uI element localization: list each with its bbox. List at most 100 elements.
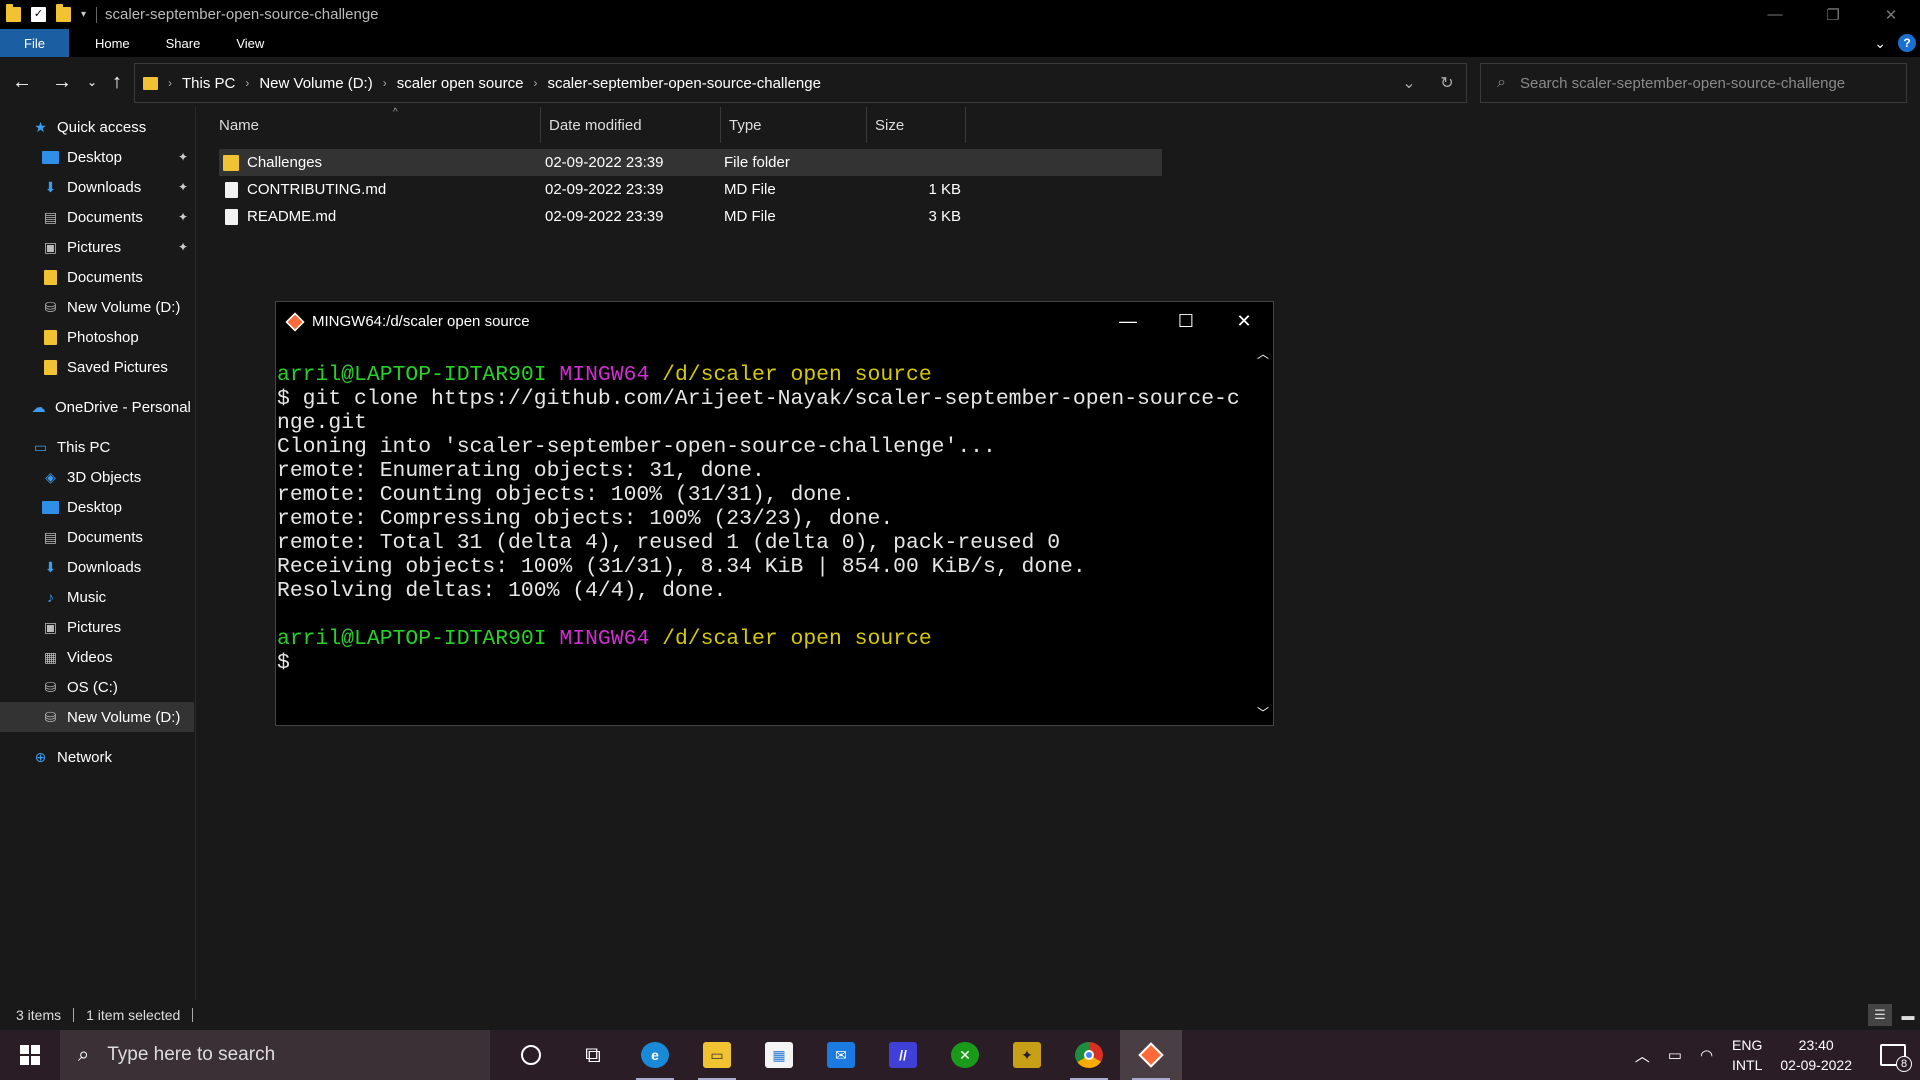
git-bash-icon (285, 311, 305, 332)
sidebar-item-this-pc[interactable]: ▭ This PC (0, 432, 194, 462)
sidebar-item-label: Documents (67, 208, 143, 226)
breadcrumb-chevron-icon[interactable]: › (168, 76, 172, 90)
up-arrow-icon[interactable]: ↑ (106, 57, 128, 107)
recent-locations-chevron-icon[interactable]: ⌄ (84, 57, 100, 107)
chrome-icon[interactable] (1058, 1030, 1120, 1080)
refresh-icon[interactable]: ↻ (1428, 73, 1466, 93)
breadcrumb-chevron-icon[interactable]: › (245, 76, 249, 90)
pin-icon[interactable]: ✦ (178, 180, 188, 194)
start-button[interactable] (0, 1030, 60, 1080)
expand-ribbon-icon[interactable]: ⌄ (1874, 35, 1886, 52)
git-bash-taskbar-icon[interactable] (1120, 1030, 1182, 1080)
sidebar-item-documents-folder[interactable]: Documents (0, 262, 194, 292)
address-bar[interactable]: › This PC › New Volume (D:) › scaler ope… (134, 63, 1467, 103)
sidebar-item-videos[interactable]: ▦ Videos (0, 642, 194, 672)
breadcrumb-scaler-open-source[interactable]: scaler open source (397, 75, 524, 92)
taskbar-search-input[interactable] (107, 1044, 448, 1066)
sidebar-item-network[interactable]: ⊕ Network (0, 742, 194, 772)
sidebar-item-saved-pictures[interactable]: Saved Pictures (0, 352, 194, 382)
terminal-line: remote: Compressing objects: 100% (23/23… (277, 507, 894, 531)
pin-icon[interactable]: ✦ (178, 150, 188, 164)
app-launcher-icon[interactable]: // (872, 1030, 934, 1080)
sidebar-item-desktop[interactable]: Desktop ✦ (0, 142, 194, 172)
search-input[interactable] (1519, 74, 1880, 92)
tab-view[interactable]: View (218, 29, 282, 57)
sidebar-item-new-volume-d[interactable]: ⛁ New Volume (D:) (0, 702, 194, 732)
sidebar-item-label: Photoshop (67, 328, 139, 346)
terminal-close-button[interactable]: ✕ (1215, 302, 1273, 341)
terminal-scrollbar[interactable]: ︿ ﹀ (1253, 341, 1273, 725)
terminal-window[interactable]: MINGW64:/d/scaler open source — ☐ ✕ arri… (275, 301, 1274, 726)
breadcrumb-this-pc[interactable]: This PC (182, 75, 235, 92)
cortana-icon[interactable] (500, 1030, 562, 1080)
terminal-output[interactable]: arril@LAPTOP-IDTAR90I MINGW64 /d/scaler … (277, 363, 1252, 675)
language-indicator[interactable]: ENG INTL (1732, 1035, 1762, 1075)
back-arrow-icon[interactable]: ← (10, 57, 34, 107)
sidebar-item-documents-pc[interactable]: ▤ Documents (0, 522, 194, 552)
breadcrumb-chevron-icon[interactable]: › (383, 76, 387, 90)
file-explorer-icon[interactable]: ▭ (686, 1030, 748, 1080)
large-icons-view-icon[interactable]: ▬ (1896, 1004, 1920, 1026)
terminal-minimize-button[interactable]: — (1099, 302, 1157, 341)
breadcrumb-chevron-icon[interactable]: › (533, 76, 537, 90)
sidebar-item-music[interactable]: ♪ Music (0, 582, 194, 612)
address-history-chevron-icon[interactable]: ⌄ (1390, 73, 1428, 93)
minimize-button[interactable]: — (1746, 0, 1804, 29)
sidebar-item-new-volume-quick[interactable]: ⛁ New Volume (D:) (0, 292, 194, 322)
forward-arrow-icon[interactable]: → (50, 57, 74, 107)
table-row[interactable]: Challenges 02-09-2022 23:39 File folder (219, 149, 1162, 176)
breadcrumb-new-volume[interactable]: New Volume (D:) (259, 75, 372, 92)
game-icon[interactable]: ✦ (996, 1030, 1058, 1080)
clock[interactable]: 23:40 02-09-2022 (1780, 1035, 1852, 1075)
properties-icon[interactable]: ✓ (31, 7, 46, 22)
column-header-type[interactable]: Type (721, 107, 867, 143)
scroll-up-icon[interactable]: ︿ (1253, 345, 1273, 362)
scroll-down-icon[interactable]: ﹀ (1253, 704, 1273, 721)
restore-button[interactable]: ❐ (1804, 0, 1862, 29)
sidebar-item-downloads-pc[interactable]: ⬇ Downloads (0, 552, 194, 582)
folder-icon (44, 359, 57, 375)
display-icon[interactable]: ▭ (1668, 1046, 1682, 1064)
column-header-size[interactable]: Size (867, 107, 966, 143)
file-size (869, 149, 961, 176)
breadcrumb-current-folder[interactable]: scaler-september-open-source-challenge (547, 75, 820, 92)
tab-file[interactable]: File (0, 29, 69, 57)
sidebar-item-onedrive[interactable]: ☁ OneDrive - Personal (0, 392, 194, 422)
new-folder-icon[interactable] (56, 4, 71, 22)
sidebar-item-downloads[interactable]: ⬇ Downloads ✦ (0, 172, 194, 202)
terminal-maximize-button[interactable]: ☐ (1157, 302, 1215, 341)
pin-icon[interactable]: ✦ (178, 240, 188, 254)
sidebar-item-pictures-pc[interactable]: ▣ Pictures (0, 612, 194, 642)
column-header-name[interactable]: Name ^ (219, 107, 541, 143)
sidebar-item-pictures[interactable]: ▣ Pictures ✦ (0, 232, 194, 262)
file-date: 02-09-2022 23:39 (545, 208, 664, 225)
close-button[interactable]: ✕ (1862, 0, 1920, 29)
prompt-env: MINGW64 (559, 363, 650, 387)
sidebar-item-photoshop[interactable]: Photoshop (0, 322, 194, 352)
edge-icon[interactable]: e (624, 1030, 686, 1080)
details-view-icon[interactable]: ☰ (1868, 1004, 1892, 1026)
notification-center-icon[interactable]: 8 (1880, 1044, 1912, 1072)
show-hidden-icons-chevron-icon[interactable]: ︿ (1635, 1045, 1650, 1066)
wifi-icon[interactable]: ◠ (1700, 1046, 1713, 1064)
sidebar-item-os-c[interactable]: ⛁ OS (C:) (0, 672, 194, 702)
table-row[interactable]: README.md 02-09-2022 23:39 MD File 3 KB (219, 203, 1162, 230)
sidebar-item-3d-objects[interactable]: ◈ 3D Objects (0, 462, 194, 492)
tab-share[interactable]: Share (148, 29, 219, 57)
sidebar-item-documents[interactable]: ▤ Documents ✦ (0, 202, 194, 232)
terminal-title-bar[interactable]: MINGW64:/d/scaler open source — ☐ ✕ (276, 302, 1273, 341)
pin-icon[interactable]: ✦ (178, 210, 188, 224)
table-row[interactable]: CONTRIBUTING.md 02-09-2022 23:39 MD File… (219, 176, 1162, 203)
customize-toolbar-icon[interactable]: ▾ (81, 9, 86, 20)
mail-icon[interactable]: ✉ (810, 1030, 872, 1080)
view-switcher: ☰ ▬ (1868, 1004, 1920, 1026)
task-view-icon[interactable]: ⧉ (562, 1030, 624, 1080)
sidebar-item-desktop-pc[interactable]: Desktop (0, 492, 194, 522)
column-header-date[interactable]: Date modified (541, 107, 721, 143)
help-icon[interactable]: ? (1898, 34, 1916, 52)
xbox-icon[interactable]: ✕ (934, 1030, 996, 1080)
tab-home[interactable]: Home (69, 29, 148, 57)
microsoft-store-icon[interactable]: ▦ (748, 1030, 810, 1080)
ribbon-right: ⌄ ? (1874, 29, 1920, 57)
sidebar-item-quick-access[interactable]: ★ Quick access (0, 112, 194, 142)
